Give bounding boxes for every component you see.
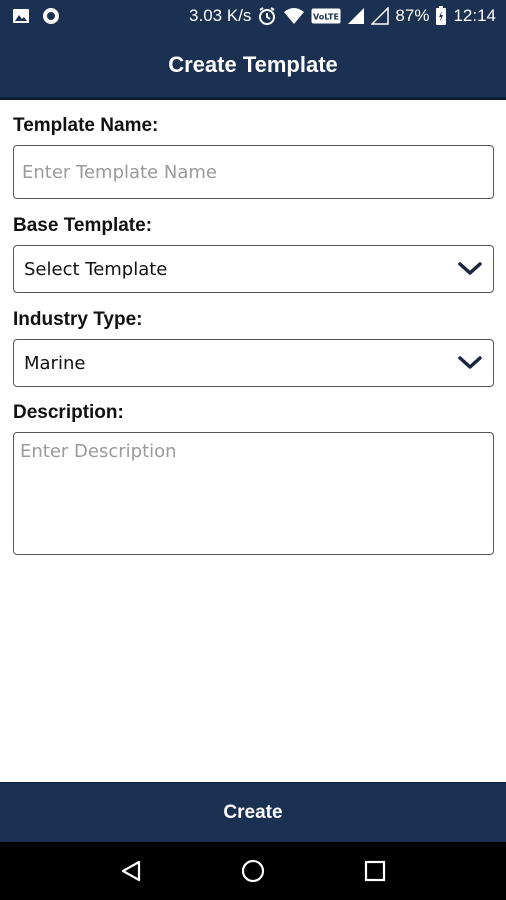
clock: 12:14 xyxy=(453,6,496,25)
signal-icon xyxy=(347,7,365,25)
home-icon[interactable] xyxy=(233,851,273,891)
page-title: Create Template xyxy=(168,52,338,77)
industry-type-value: Marine xyxy=(24,352,86,374)
image-icon xyxy=(12,8,30,24)
circle-icon xyxy=(42,7,60,25)
header-divider xyxy=(0,97,506,100)
create-button[interactable]: Create xyxy=(0,782,506,842)
app-header: Create Template xyxy=(0,32,506,98)
industry-type-select[interactable]: Marine xyxy=(13,339,494,387)
template-name-label: Template Name: xyxy=(13,115,159,136)
base-template-select[interactable]: Select Template xyxy=(13,245,494,293)
battery-icon xyxy=(435,6,447,26)
volte-icon: VoLTE xyxy=(311,8,341,24)
wifi-icon xyxy=(283,7,305,25)
network-speed: 3.03 K/s xyxy=(189,6,252,25)
back-icon[interactable] xyxy=(111,851,151,891)
chevron-down-icon xyxy=(457,260,483,278)
signal-empty-icon xyxy=(371,7,390,25)
base-template-value: Select Template xyxy=(24,258,168,280)
recents-icon[interactable] xyxy=(355,851,395,891)
industry-type-label: Industry Type: xyxy=(13,309,143,330)
status-bar: 3.03 K/s VoLTE 87% 12:14 xyxy=(0,0,506,32)
base-template-label: Base Template: xyxy=(13,215,153,236)
description-label: Description: xyxy=(13,402,124,423)
description-input[interactable] xyxy=(13,432,494,555)
create-button-label: Create xyxy=(223,801,283,823)
alarm-icon xyxy=(257,6,277,26)
svg-text:VoLTE: VoLTE xyxy=(313,13,339,22)
system-nav-bar xyxy=(0,842,506,900)
template-name-input[interactable] xyxy=(13,145,494,199)
battery-percent: 87% xyxy=(395,6,430,25)
chevron-down-icon xyxy=(457,354,483,372)
